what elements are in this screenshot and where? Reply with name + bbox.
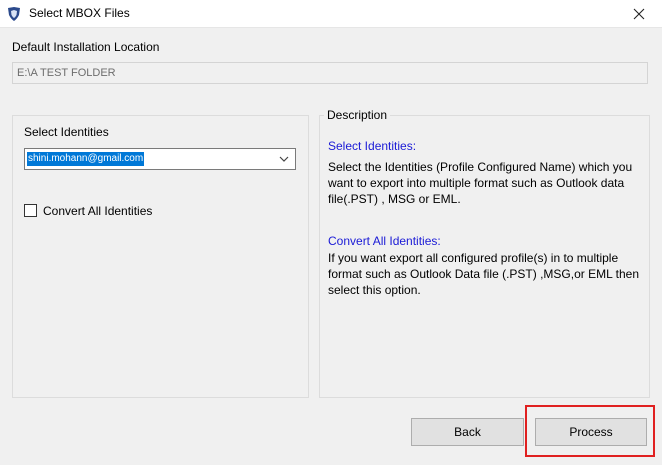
chevron-down-icon <box>279 156 289 162</box>
convert-all-description: If you want export all configured profil… <box>328 251 639 297</box>
select-identities-heading: Select Identities: <box>328 139 417 153</box>
close-icon <box>633 8 645 19</box>
convert-all-checkbox[interactable] <box>24 204 37 217</box>
selected-identity: shini.mohann@gmail.com <box>27 152 145 166</box>
shield-icon <box>8 7 20 21</box>
convert-all-heading: Convert All Identities: <box>328 234 441 248</box>
title-bar: Select MBOX Files <box>0 0 662 28</box>
identities-dropdown[interactable]: shini.mohann@gmail.com <box>24 148 296 170</box>
window-title: Select MBOX Files <box>29 6 130 20</box>
convert-all-label[interactable]: Convert All Identities <box>43 204 152 218</box>
back-button[interactable]: Back <box>411 418 524 446</box>
select-identities-description: Select the Identities (Profile Configure… <box>328 160 633 206</box>
close-button[interactable] <box>616 0 662 27</box>
description-group-label: Description <box>324 108 391 122</box>
process-highlight-box <box>525 405 655 457</box>
install-path-field: E:\A TEST FOLDER <box>12 62 648 84</box>
install-location-label: Default Installation Location <box>12 40 160 54</box>
select-identities-label: Select Identities <box>24 125 109 139</box>
